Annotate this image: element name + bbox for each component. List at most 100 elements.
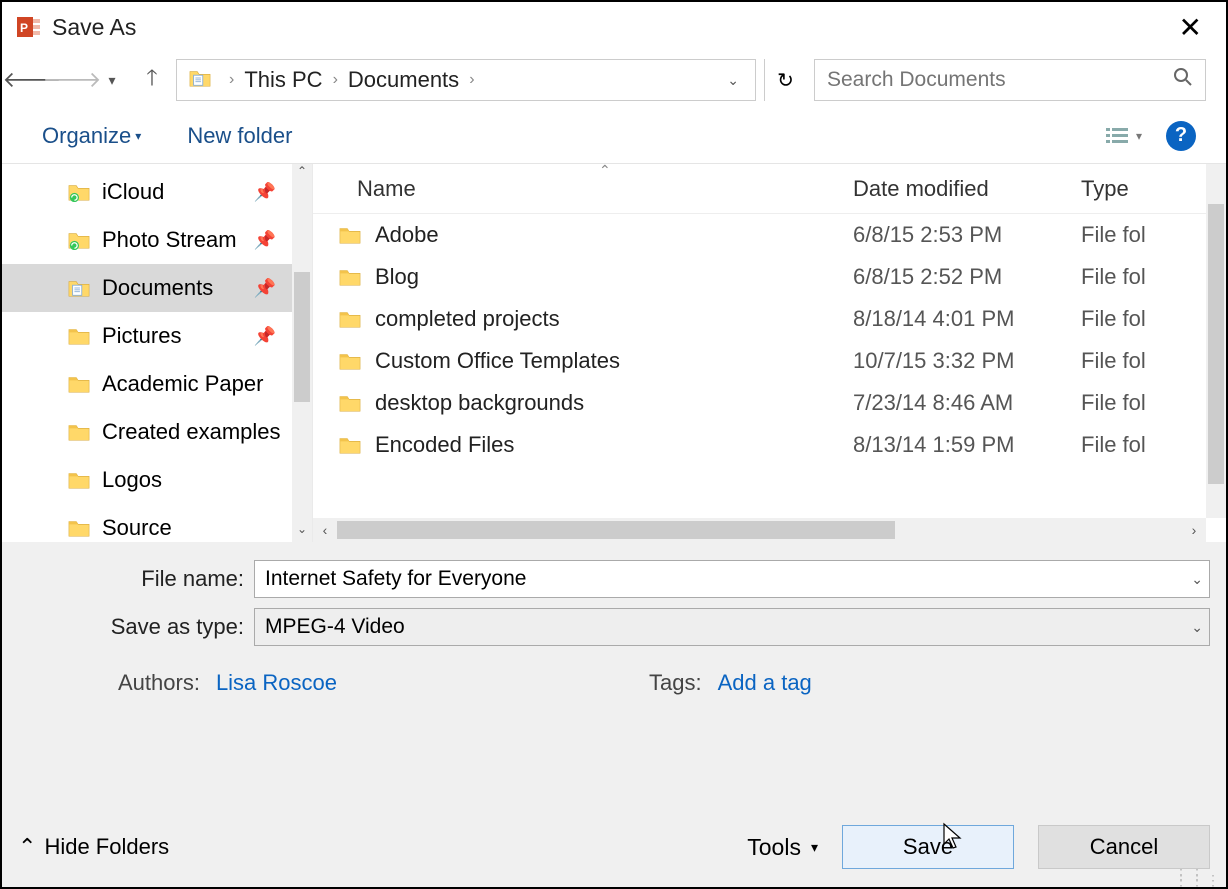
scroll-right-icon[interactable]: › — [1182, 522, 1206, 538]
folder-icon — [339, 225, 361, 245]
file-row[interactable]: completed projects8/18/14 4:01 PMFile fo… — [313, 298, 1226, 340]
scroll-up-icon[interactable]: ⌃ — [292, 164, 312, 184]
tree-item[interactable]: Logos — [2, 456, 312, 504]
recent-dropdown[interactable]: ▾ — [96, 64, 128, 96]
window-title: Save As — [52, 14, 136, 41]
chevron-right-icon[interactable]: › — [219, 71, 244, 89]
save-panel: File name: Internet Safety for Everyone⌄… — [2, 542, 1226, 887]
breadcrumb-documents[interactable]: Documents — [348, 67, 459, 93]
refresh-button[interactable]: ↻ — [764, 59, 806, 101]
folder-icon — [68, 230, 90, 250]
file-scrollbar-horizontal[interactable]: ‹ › — [313, 518, 1206, 542]
file-type: File fol — [1081, 264, 1146, 290]
file-row[interactable]: desktop backgrounds7/23/14 8:46 AMFile f… — [313, 382, 1226, 424]
up-button[interactable]: 🡑 — [136, 64, 168, 96]
tags-label: Tags: — [649, 670, 702, 696]
authors-value[interactable]: Lisa Roscoe — [216, 670, 337, 696]
file-date: 8/13/14 1:59 PM — [853, 432, 1081, 458]
file-type: File fol — [1081, 432, 1146, 458]
pin-icon: 📌 — [254, 182, 276, 203]
chevron-down-icon[interactable]: ⌄ — [1191, 619, 1203, 636]
folder-icon — [339, 435, 361, 455]
file-row[interactable]: Blog6/8/15 2:52 PMFile fol — [313, 256, 1226, 298]
breadcrumb-this-pc[interactable]: This PC — [244, 67, 322, 93]
address-bar[interactable]: › This PC › Documents › ⌄ — [176, 59, 756, 101]
pin-icon: 📌 — [254, 278, 276, 299]
tags-value[interactable]: Add a tag — [718, 670, 812, 696]
file-date: 8/18/14 4:01 PM — [853, 306, 1081, 332]
save-type-select[interactable]: MPEG-4 Video⌄ — [254, 608, 1210, 646]
scroll-down-icon[interactable]: ⌄ — [292, 522, 312, 542]
scroll-thumb[interactable] — [294, 272, 310, 402]
column-name[interactable]: Name — [313, 176, 833, 202]
pin-icon: 📌 — [254, 230, 276, 251]
tree-item-label: Documents — [102, 275, 213, 301]
file-type: File fol — [1081, 306, 1146, 332]
view-options[interactable]: ▾ — [1106, 126, 1142, 146]
tree-item-label: iCloud — [102, 179, 164, 205]
folder-icon — [68, 326, 90, 346]
tools-menu[interactable]: Tools ▾ — [747, 834, 818, 861]
file-name: Custom Office Templates — [375, 348, 853, 374]
organize-menu[interactable]: Organize ▾ — [42, 123, 141, 149]
folder-icon — [339, 309, 361, 329]
tree-item[interactable]: Pictures📌 — [2, 312, 312, 360]
file-row[interactable]: Custom Office Templates10/7/15 3:32 PMFi… — [313, 340, 1226, 382]
column-type[interactable]: Type — [1061, 176, 1226, 202]
tree-item-label: Academic Paper — [102, 371, 263, 397]
tree-item[interactable]: Photo Stream📌 — [2, 216, 312, 264]
folder-icon — [68, 422, 90, 442]
tree-item[interactable]: Created examples — [2, 408, 312, 456]
tree-item[interactable]: iCloud 📌 — [2, 168, 312, 216]
folder-icon — [339, 393, 361, 413]
file-row[interactable]: Adobe6/8/15 2:53 PMFile fol — [313, 214, 1226, 256]
search-icon[interactable] — [1173, 67, 1193, 93]
address-folder-icon — [189, 68, 213, 92]
nav-bar: 🡐 🡒 ▾ 🡑 › This PC › Documents › ⌄ ↻ — [2, 52, 1226, 108]
address-dropdown[interactable]: ⌄ — [717, 72, 749, 89]
file-date: 7/23/14 8:46 AM — [853, 390, 1081, 416]
folder-icon — [68, 518, 90, 538]
tree-item[interactable]: Source — [2, 504, 312, 542]
search-box[interactable] — [814, 59, 1206, 101]
cancel-button[interactable]: Cancel — [1038, 825, 1210, 869]
title-bar: P Save As ✕ — [2, 2, 1226, 52]
resize-grip-icon[interactable]: ⋮⋮⋮⋮⋮ — [1174, 871, 1222, 883]
scroll-left-icon[interactable]: ‹ — [313, 522, 337, 538]
file-name: desktop backgrounds — [375, 390, 853, 416]
chevron-down-icon[interactable]: ⌄ — [1191, 571, 1203, 588]
file-name-input[interactable]: Internet Safety for Everyone⌄ — [254, 560, 1210, 598]
file-date: 10/7/15 3:32 PM — [853, 348, 1081, 374]
tree-item[interactable]: Academic Paper — [2, 360, 312, 408]
folder-icon — [68, 182, 90, 202]
new-folder-button[interactable]: New folder — [187, 123, 292, 149]
sidebar-scrollbar[interactable]: ⌃ ⌄ — [292, 164, 312, 542]
cursor-icon — [942, 822, 964, 855]
tree-item[interactable]: Documents 📌 — [2, 264, 312, 312]
folder-icon — [339, 351, 361, 371]
search-input[interactable] — [827, 68, 1173, 92]
tree-item-label: Source — [102, 515, 172, 541]
column-date[interactable]: Date modified — [833, 176, 1061, 202]
file-row[interactable]: Encoded Files8/13/14 1:59 PMFile fol — [313, 424, 1226, 466]
folder-icon — [68, 470, 90, 490]
save-button[interactable]: Save — [842, 825, 1014, 869]
scroll-thumb[interactable] — [337, 521, 895, 539]
authors-label: Authors: — [118, 670, 200, 696]
forward-button[interactable]: 🡒 — [56, 64, 88, 96]
file-type: File fol — [1081, 222, 1146, 248]
hide-folders-toggle[interactable]: ⌃ Hide Folders — [18, 834, 169, 860]
chevron-up-icon: ⌃ — [18, 834, 36, 860]
chevron-right-icon[interactable]: › — [323, 71, 348, 89]
help-button[interactable]: ? — [1166, 121, 1196, 151]
scroll-thumb[interactable] — [1208, 204, 1224, 484]
file-type: File fol — [1081, 348, 1146, 374]
file-name: completed projects — [375, 306, 853, 332]
pin-icon: 📌 — [254, 326, 276, 347]
main-area: iCloud📌Photo Stream📌Documents📌Pictures📌A… — [2, 164, 1226, 542]
close-button[interactable]: ✕ — [1169, 7, 1212, 48]
folder-icon — [68, 278, 90, 298]
chevron-right-icon[interactable]: › — [459, 71, 484, 89]
file-scrollbar-vertical[interactable] — [1206, 164, 1226, 518]
file-type: File fol — [1081, 390, 1146, 416]
